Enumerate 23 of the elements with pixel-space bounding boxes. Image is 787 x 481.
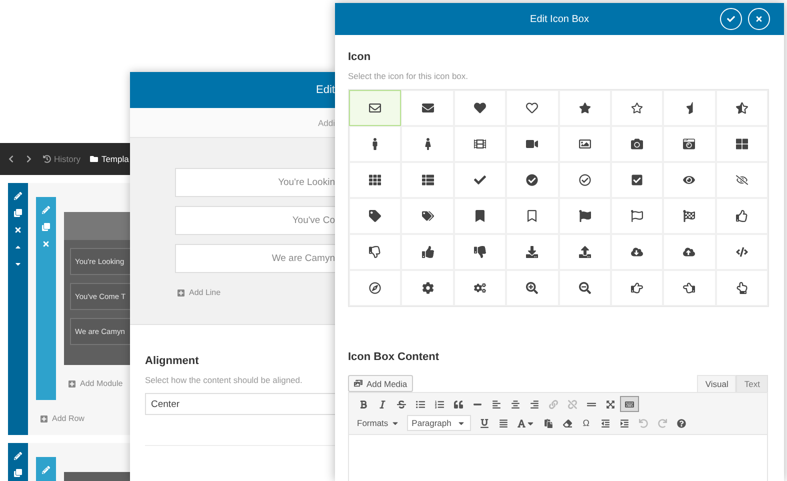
paragraph-select[interactable]: Paragraph bbox=[406, 415, 471, 431]
templates-link[interactable]: Templa bbox=[101, 154, 129, 164]
section-label: Icon Box Content bbox=[348, 351, 440, 363]
editor-tab[interactable]: Visual bbox=[697, 375, 736, 392]
add-row-link[interactable]: Add Row bbox=[40, 414, 130, 423]
section-hint: Select how the content should be aligned. bbox=[145, 375, 304, 385]
formats-dropdown[interactable]: Formats bbox=[354, 415, 403, 431]
panel-title: Edit bbox=[316, 84, 335, 96]
text-line-field[interactable]: You've Co bbox=[175, 206, 335, 235]
panel-tab[interactable]: Addi bbox=[318, 118, 335, 128]
text-line-field[interactable]: You're Lookin bbox=[175, 168, 335, 197]
symbol-button[interactable]: Ω bbox=[576, 415, 596, 431]
add-line-link[interactable]: Add Line bbox=[177, 288, 335, 297]
text-line-field[interactable]: We are Camyn bbox=[175, 244, 335, 273]
section-hint: Select the icon for this icon box. bbox=[348, 71, 470, 81]
alignment-select[interactable]: Center bbox=[145, 393, 335, 415]
history-link[interactable]: History bbox=[54, 154, 80, 164]
section-label: Alignment bbox=[145, 355, 200, 367]
add-media-button[interactable]: Add Media bbox=[348, 375, 414, 392]
section-label: Icon bbox=[348, 51, 372, 63]
editor-tab[interactable]: Text bbox=[736, 375, 768, 392]
add-module-link[interactable]: Add Module bbox=[68, 379, 130, 388]
dialog-title: Edit Icon Box bbox=[530, 14, 589, 24]
